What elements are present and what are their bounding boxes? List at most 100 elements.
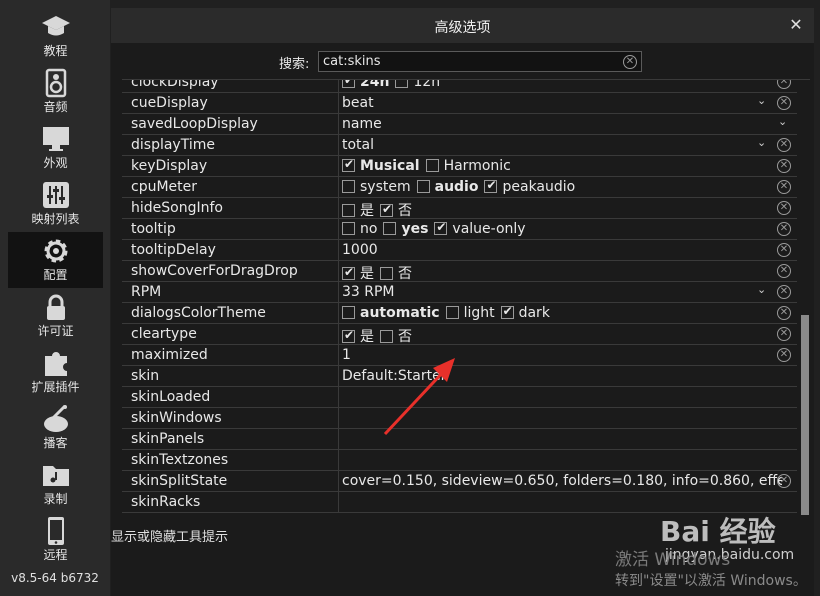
option-checkbox[interactable]: [342, 204, 355, 217]
option-key: skin: [131, 368, 160, 384]
option-checkbox-label: light: [463, 305, 495, 321]
reset-icon[interactable]: ✕: [777, 243, 791, 257]
option-key: dialogsColorTheme: [131, 305, 266, 321]
close-button[interactable]: ✕: [786, 15, 806, 35]
reset-icon[interactable]: ✕: [777, 264, 791, 278]
option-checkbox-label: 是: [360, 203, 374, 219]
sidebar-item[interactable]: 映射列表: [8, 176, 103, 232]
option-value[interactable]: 是否: [342, 200, 782, 220]
sidebar: 教程 音频 外观 映射列表 配置 许可证 扩展插件 播客 录制 远程 v8.5-64 b6732: [0, 0, 110, 596]
reset-icon[interactable]: ✕: [777, 138, 791, 152]
sidebar-item[interactable]: 配置: [8, 232, 103, 288]
sidebar-item[interactable]: 外观: [8, 120, 103, 176]
sidebar-item[interactable]: 教程: [8, 8, 103, 64]
option-value[interactable]: 1000: [342, 242, 782, 258]
option-checkbox[interactable]: [342, 158, 355, 172]
option-value-text: beat: [342, 95, 374, 111]
option-checkbox[interactable]: [342, 306, 355, 319]
option-value[interactable]: name: [342, 116, 782, 132]
reset-icon[interactable]: ✕: [777, 201, 791, 215]
chevron-down-icon[interactable]: ⌄: [778, 115, 787, 128]
option-key: clockDisplay: [131, 79, 219, 90]
option-checkbox-label: 24h: [360, 79, 390, 90]
sidebar-item-label: 播客: [43, 436, 68, 450]
option-value-text: 33 RPM: [342, 284, 395, 300]
option-checkbox[interactable]: [500, 305, 514, 319]
option-value[interactable]: automatic light dark: [342, 305, 782, 321]
option-checkbox[interactable]: [416, 180, 430, 193]
reset-icon[interactable]: ✕: [777, 327, 791, 341]
scrollbar-thumb[interactable]: [801, 315, 809, 515]
option-value-text: total: [342, 137, 375, 153]
reset-icon[interactable]: ✕: [777, 348, 791, 362]
option-checkbox[interactable]: [380, 202, 393, 217]
chevron-down-icon[interactable]: ⌄: [757, 283, 766, 296]
sidebar-item[interactable]: 许可证: [8, 288, 103, 344]
option-checkbox[interactable]: [380, 267, 393, 280]
scrollbar[interactable]: [799, 80, 810, 517]
option-checkbox-label: yes: [401, 221, 429, 237]
option-checkbox[interactable]: [445, 306, 459, 319]
option-value[interactable]: no yes value-only: [342, 221, 782, 237]
option-key: skinWindows: [131, 410, 222, 426]
sidebar-item-label: 许可证: [37, 324, 74, 338]
reset-icon[interactable]: ✕: [777, 306, 791, 320]
option-checkbox[interactable]: [380, 330, 393, 343]
option-key: hideSongInfo: [131, 200, 223, 216]
sidebar-item[interactable]: 播客: [8, 400, 103, 456]
option-checkbox[interactable]: [425, 159, 439, 172]
reset-icon[interactable]: ✕: [777, 80, 791, 89]
option-checkbox-label: 12h: [413, 79, 441, 90]
column-divider: [338, 471, 339, 492]
option-value[interactable]: Musical Harmonic: [342, 158, 782, 174]
reset-icon[interactable]: ✕: [777, 474, 791, 488]
option-value[interactable]: 33 RPM: [342, 284, 782, 300]
sidebar-item[interactable]: 远程: [8, 512, 103, 568]
search-input[interactable]: [323, 53, 613, 70]
reset-icon[interactable]: ✕: [777, 285, 791, 299]
option-value[interactable]: total: [342, 137, 782, 153]
option-checkbox[interactable]: [342, 180, 355, 193]
option-checkbox-label: automatic: [360, 305, 440, 321]
watermark: Bai 经验 jingyan.baidu.com 激活 Windows 转到"设…: [610, 505, 815, 595]
option-value[interactable]: 24h 12h: [342, 79, 782, 90]
option-checkbox[interactable]: [342, 265, 355, 280]
graduation-cap-icon: [41, 12, 71, 42]
column-divider: [338, 80, 339, 93]
option-checkbox[interactable]: [342, 80, 355, 88]
sidebar-item[interactable]: 扩展插件: [8, 344, 103, 400]
option-row: skinSplitState cover=0.150, sideview=0.65…: [122, 471, 797, 492]
sidebar-item[interactable]: 音频: [8, 64, 103, 120]
sidebar-item[interactable]: 录制: [8, 456, 103, 512]
option-checkbox-label: 是: [360, 329, 374, 345]
reset-icon[interactable]: ✕: [777, 180, 791, 194]
option-row: dialogsColorTheme automatic light dark ✕: [122, 303, 797, 324]
option-checkbox[interactable]: [484, 179, 498, 193]
search-box[interactable]: ✕: [318, 51, 642, 72]
option-key: tooltip: [131, 221, 176, 237]
option-checkbox[interactable]: [342, 328, 355, 343]
option-value[interactable]: 是否: [342, 263, 782, 283]
lock-icon: [41, 292, 71, 322]
option-row: clockDisplay 24h 12h ✕: [122, 79, 797, 93]
option-value[interactable]: beat: [342, 95, 782, 111]
option-checkbox[interactable]: [434, 221, 448, 235]
option-checkbox[interactable]: [395, 80, 409, 88]
search-clear-icon[interactable]: ✕: [623, 55, 637, 69]
option-value[interactable]: cover=0.150, sideview=0.650, folders=0.1…: [342, 473, 782, 489]
option-row: cpuMeter system audio peakaudio ✕: [122, 177, 797, 198]
reset-icon[interactable]: ✕: [777, 96, 791, 110]
sidebar-item-label: 远程: [43, 548, 68, 562]
option-value[interactable]: system audio peakaudio: [342, 179, 782, 195]
monitor-icon: [41, 124, 71, 154]
option-checkbox[interactable]: [342, 222, 355, 235]
reset-icon[interactable]: ✕: [777, 222, 791, 236]
option-checkbox[interactable]: [383, 222, 397, 235]
option-value[interactable]: 是否: [342, 326, 782, 346]
status-hint: 显示或隐藏工具提示: [111, 530, 229, 545]
chevron-down-icon[interactable]: ⌄: [757, 94, 766, 107]
option-checkbox-label: Musical: [360, 158, 420, 174]
reset-icon[interactable]: ✕: [777, 159, 791, 173]
chevron-down-icon[interactable]: ⌄: [757, 136, 766, 149]
column-divider: [338, 387, 339, 408]
